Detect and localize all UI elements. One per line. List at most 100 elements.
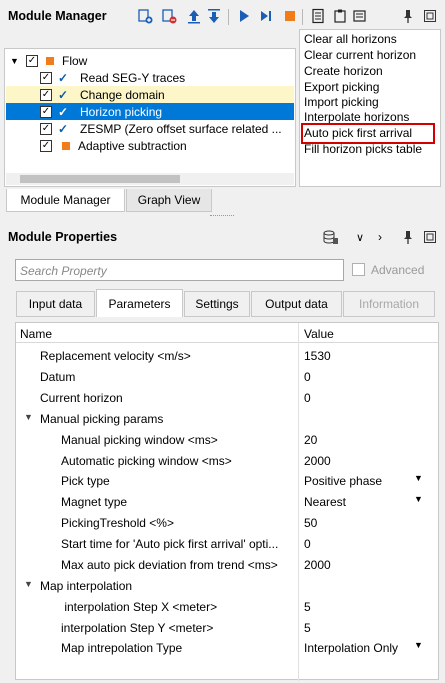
settings-dropdown-icon[interactable] [352,8,368,24]
property-row[interactable]: Max auto pick deviation from trend <ms> … [16,554,438,575]
menu-item-create-horizon[interactable]: Create horizon [304,64,383,79]
tree-checkbox[interactable]: ✓ [40,105,52,118]
restore-window-icon[interactable] [422,229,438,245]
property-name: Datum [40,370,76,384]
menu-item-clear-all-horizons[interactable]: Clear all horizons [304,32,397,47]
menu-item-clear-current-horizon[interactable]: Clear current horizon [304,48,416,63]
scrollbar-thumb[interactable] [20,175,180,183]
property-row[interactable]: interpolation Step Y <meter> 5 [16,617,438,638]
tree-checkbox[interactable]: ✓ [26,54,38,67]
enabled-check-icon: ✓ [58,70,69,85]
restore-window-icon[interactable] [422,8,438,24]
property-value[interactable]: 0 [304,537,311,551]
database-icon[interactable] [322,229,338,245]
property-row[interactable]: Replacement velocity <m/s> 1530 [16,345,438,366]
module-tree[interactable]: ▼ ✓ Flow ✓ ✓ Read SEG-Y traces ✓ ✓ Chang… [4,48,296,187]
dropdown-arrow-icon[interactable]: ▼ [414,640,423,650]
property-grid[interactable]: Name Value Replacement velocity <m/s> 15… [15,322,439,681]
tab-settings[interactable]: Settings [184,291,250,317]
property-value[interactable]: 20 [304,433,317,447]
tab-module-manager[interactable]: Module Manager [6,189,125,212]
enabled-check-icon: ✓ [58,87,69,102]
property-row[interactable]: Magnet type Nearest ▼ [16,491,438,512]
property-value[interactable]: Nearest [304,495,346,509]
pin-icon[interactable] [400,8,416,24]
tab-output-data[interactable]: Output data [251,291,342,317]
chevron-right-icon[interactable]: › [378,230,382,244]
dropdown-arrow-icon[interactable]: ▼ [414,494,423,504]
tab-graph-view[interactable]: Graph View [126,189,212,212]
tree-item-change-domain[interactable]: ✓ ✓ Change domain [6,86,294,103]
remove-module-icon[interactable] [161,8,177,24]
dropdown-arrow-icon[interactable]: ▼ [414,473,423,483]
property-value[interactable]: 50 [304,516,317,530]
tab-input-data[interactable]: Input data [16,291,95,317]
tree-horizontal-scrollbar[interactable] [6,173,294,185]
property-name: Map intrepolation Type [61,641,183,655]
tree-item-label: Flow [62,53,88,68]
property-row[interactable]: Datum 0 [16,366,438,387]
property-value[interactable]: 0 [304,370,311,384]
menu-item-auto-pick-first-arrival[interactable]: Auto pick first arrival [301,123,435,144]
splitter-handle[interactable] [210,215,234,217]
collapse-arrow-icon[interactable]: ▼ [6,56,20,66]
tree-item-horizon-picking[interactable]: ✓ ✓ Horizon picking [6,103,294,120]
property-row[interactable]: Start time for 'Auto pick first arrival'… [16,533,438,554]
tree-item-read-segy[interactable]: ✓ ✓ Read SEG-Y traces [6,69,294,86]
property-value[interactable]: 5 [304,621,311,635]
property-value[interactable]: 0 [304,391,311,405]
move-up-icon[interactable] [186,8,202,24]
property-value[interactable]: 2000 [304,454,331,468]
tree-checkbox[interactable]: ✓ [40,139,52,152]
menu-item-interpolate-horizons[interactable]: Interpolate horizons [304,110,409,125]
property-value[interactable]: Interpolation Only [304,641,398,655]
property-row[interactable]: Pick type Positive phase ▼ [16,470,438,491]
pin-icon[interactable] [400,229,416,245]
horizon-actions-list[interactable]: Clear all horizons Clear current horizon… [299,29,441,187]
clipboard-icon[interactable] [332,8,348,24]
document-list-icon[interactable] [310,8,326,24]
property-value[interactable]: Positive phase [304,474,382,488]
property-value[interactable]: 1530 [304,349,331,363]
toolbar-separator [228,9,229,25]
tree-item-flow[interactable]: ▼ ✓ Flow [6,52,294,69]
property-value[interactable]: 2000 [304,558,331,572]
tree-checkbox[interactable]: ✓ [40,122,52,135]
tree-item-label: Horizon picking [80,104,163,119]
property-name: Current horizon [40,391,123,405]
property-row[interactable]: Map intrepolation Type Interpolation Onl… [16,637,438,658]
property-row[interactable]: interpolation Step X <meter> 5 [16,596,438,617]
property-group-map-interpolation[interactable]: ▼ Map interpolation [16,575,438,596]
move-down-icon[interactable] [206,8,222,24]
menu-item-fill-horizon-picks-table[interactable]: Fill horizon picks table [304,142,422,157]
tree-item-zesmp[interactable]: ✓ ✓ ZESMP (Zero offset surface related .… [6,120,294,137]
tree-checkbox[interactable]: ✓ [40,88,52,101]
property-row[interactable]: Manual picking window <ms> 20 [16,429,438,450]
toolbar-separator [302,9,303,25]
tree-checkbox[interactable]: ✓ [40,71,52,84]
enabled-check-icon: ✓ [58,121,69,136]
stop-icon[interactable] [282,8,298,24]
search-property-input[interactable]: Search Property [15,259,344,281]
tree-item-adaptive-subtraction[interactable]: ✓ Adaptive subtraction [6,137,294,154]
property-name: Automatic picking window <ms> [61,454,232,468]
collapse-arrow-icon[interactable]: ▼ [24,579,33,589]
property-row[interactable]: Current horizon 0 [16,387,438,408]
run-to-cursor-icon[interactable] [258,8,274,24]
chevron-down-icon[interactable]: ∨ [356,231,364,244]
column-header-value: Value [304,327,334,341]
tab-parameters[interactable]: Parameters [96,289,183,317]
property-name: PickingTreshold <%> [61,516,174,530]
property-group-manual-picking[interactable]: ▼ Manual picking params [16,408,438,429]
property-row[interactable]: Automatic picking window <ms> 2000 [16,450,438,471]
collapse-arrow-icon[interactable]: ▼ [24,412,33,422]
menu-item-import-picking[interactable]: Import picking [304,95,379,110]
advanced-checkbox[interactable] [352,263,365,276]
property-row[interactable]: PickingTreshold <%> 50 [16,512,438,533]
tree-item-label: ZESMP (Zero offset surface related ... [80,121,282,136]
menu-item-export-picking[interactable]: Export picking [304,80,379,95]
property-value[interactable]: 5 [304,600,311,614]
run-icon[interactable] [236,8,252,24]
flow-module-icon [46,56,54,65]
add-module-icon[interactable] [137,8,153,24]
